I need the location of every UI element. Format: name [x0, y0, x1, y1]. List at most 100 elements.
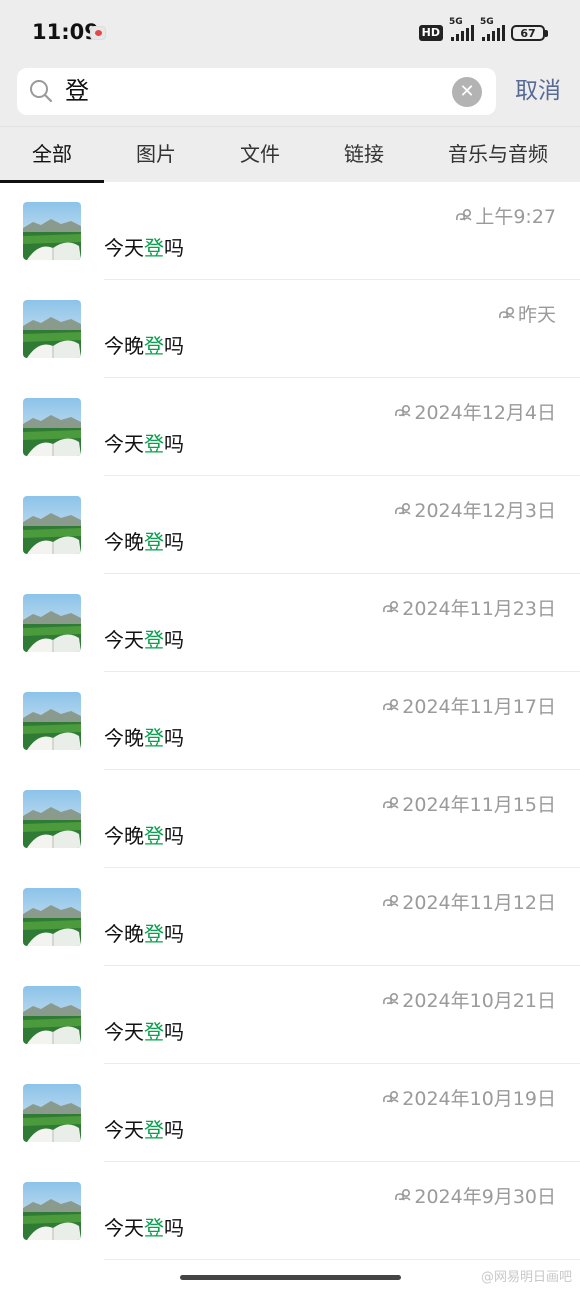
message-pre: 今天	[104, 1216, 144, 1240]
home-indicator[interactable]	[180, 1275, 401, 1280]
list-item[interactable]: 2024年11月15日今晚登吗	[0, 770, 580, 868]
message-text: 今晚登吗	[104, 920, 184, 948]
keyword-highlight: 登	[144, 628, 164, 652]
sender-icon	[382, 989, 400, 1011]
avatar[interactable]	[23, 1182, 81, 1240]
keyword-highlight: 登	[144, 824, 164, 848]
avatar[interactable]	[23, 888, 81, 946]
message-post: 吗	[164, 1216, 184, 1240]
status-indicators: HD 5G 5G 67	[418, 17, 548, 44]
tab-music-audio[interactable]: 音乐与音频	[416, 127, 580, 182]
message-pre: 今天	[104, 1020, 144, 1044]
avatar[interactable]	[23, 496, 81, 554]
tab-images[interactable]: 图片	[104, 127, 208, 182]
date-text: 2024年9月30日	[414, 1186, 556, 1208]
message-date: 2024年12月4日	[394, 398, 556, 425]
message-pre: 今晚	[104, 726, 144, 750]
sender-icon	[382, 793, 400, 815]
avatar[interactable]	[23, 300, 81, 358]
message-text: 今天登吗	[104, 234, 184, 262]
avatar[interactable]	[23, 986, 81, 1044]
signal-icon: 5G	[480, 17, 505, 41]
list-item[interactable]: 昨天今晚登吗	[0, 280, 580, 378]
battery-icon: 67	[511, 25, 548, 41]
watermark: @网易明日画吧	[480, 1270, 572, 1285]
search-input[interactable]: 登 ✕	[17, 68, 496, 115]
message-pre: 今天	[104, 628, 144, 652]
sender-icon	[455, 205, 473, 227]
tab-all[interactable]: 全部	[0, 127, 104, 183]
message-post: 吗	[164, 530, 184, 554]
status-bar: 11:09 HD 5G 5G 67	[0, 0, 580, 64]
avatar[interactable]	[23, 692, 81, 750]
list-item[interactable]: 2024年12月3日今晚登吗	[0, 476, 580, 574]
signal-label: 5G	[449, 17, 463, 27]
date-text: 2024年10月21日	[402, 990, 556, 1012]
message-pre: 今天	[104, 236, 144, 260]
message-date: 2024年11月15日	[382, 790, 556, 817]
message-date: 2024年9月30日	[394, 1182, 556, 1209]
message-post: 吗	[164, 1118, 184, 1142]
sender-icon	[394, 401, 412, 423]
cancel-button[interactable]: 取消	[515, 76, 561, 106]
message-pre: 今晚	[104, 530, 144, 554]
sender-icon	[394, 1185, 412, 1207]
sender-icon	[382, 597, 400, 619]
avatar[interactable]	[23, 202, 81, 260]
keyword-highlight: 登	[144, 1118, 164, 1142]
keyword-highlight: 登	[144, 530, 164, 554]
clear-icon[interactable]: ✕	[452, 77, 482, 107]
status-time: 11:09	[32, 20, 99, 44]
message-text: 今晚登吗	[104, 528, 184, 556]
message-pre: 今天	[104, 1118, 144, 1142]
message-post: 吗	[164, 1020, 184, 1044]
hd-icon: HD	[418, 25, 443, 41]
message-text: 今天登吗	[104, 430, 184, 458]
list-item[interactable]: 2024年10月21日今天登吗	[0, 966, 580, 1064]
date-text: 2024年12月3日	[414, 500, 556, 522]
list-item[interactable]: 2024年10月19日 今天登吗	[0, 1064, 580, 1162]
message-date: 2024年10月21日	[382, 986, 556, 1013]
message-post: 吗	[164, 628, 184, 652]
keyword-highlight: 登	[144, 334, 164, 358]
search-query[interactable]: 登	[65, 76, 89, 106]
tab-files[interactable]: 文件	[208, 127, 312, 182]
message-pre: 今晚	[104, 334, 144, 358]
message-date: 2024年11月12日	[382, 888, 556, 915]
tab-links[interactable]: 链接	[312, 127, 416, 182]
list-item[interactable]: 上午9:27 今天登吗	[0, 182, 580, 280]
avatar[interactable]	[23, 594, 81, 652]
message-text: 今天登吗	[104, 1116, 184, 1144]
message-date: 2024年11月17日	[382, 692, 556, 719]
message-post: 吗	[164, 334, 184, 358]
message-date: 2024年11月23日	[382, 594, 556, 621]
message-post: 吗	[164, 824, 184, 848]
avatar[interactable]	[23, 1084, 81, 1142]
screen-record-icon	[90, 26, 106, 40]
avatar[interactable]	[23, 398, 81, 456]
sender-icon	[382, 891, 400, 913]
message-pre: 今晚	[104, 824, 144, 848]
message-text: 今天登吗	[104, 1214, 184, 1242]
date-text: 2024年12月4日	[414, 402, 556, 424]
list-item[interactable]: 2024年12月4日今天登吗	[0, 378, 580, 476]
list-item[interactable]: 2024年11月12日今晚登吗	[0, 868, 580, 966]
keyword-highlight: 登	[144, 1216, 164, 1240]
message-post: 吗	[164, 236, 184, 260]
message-pre: 今晚	[104, 922, 144, 946]
divider	[104, 1259, 580, 1260]
list-item[interactable]: 2024年9月30日今天登吗	[0, 1162, 580, 1260]
list-item[interactable]: 2024年11月23日今天登吗	[0, 574, 580, 672]
message-post: 吗	[164, 432, 184, 456]
sender-icon	[382, 695, 400, 717]
message-text: 今天登吗	[104, 1018, 184, 1046]
search-icon	[30, 80, 53, 103]
avatar[interactable]	[23, 790, 81, 848]
keyword-highlight: 登	[144, 922, 164, 946]
date-text: 昨天	[517, 304, 556, 326]
message-text: 今晚登吗	[104, 822, 184, 850]
message-date: 上午9:27	[455, 202, 556, 229]
list-item[interactable]: 2024年11月17日 今晚登吗	[0, 672, 580, 770]
sender-icon	[498, 303, 516, 325]
message-pre: 今天	[104, 432, 144, 456]
